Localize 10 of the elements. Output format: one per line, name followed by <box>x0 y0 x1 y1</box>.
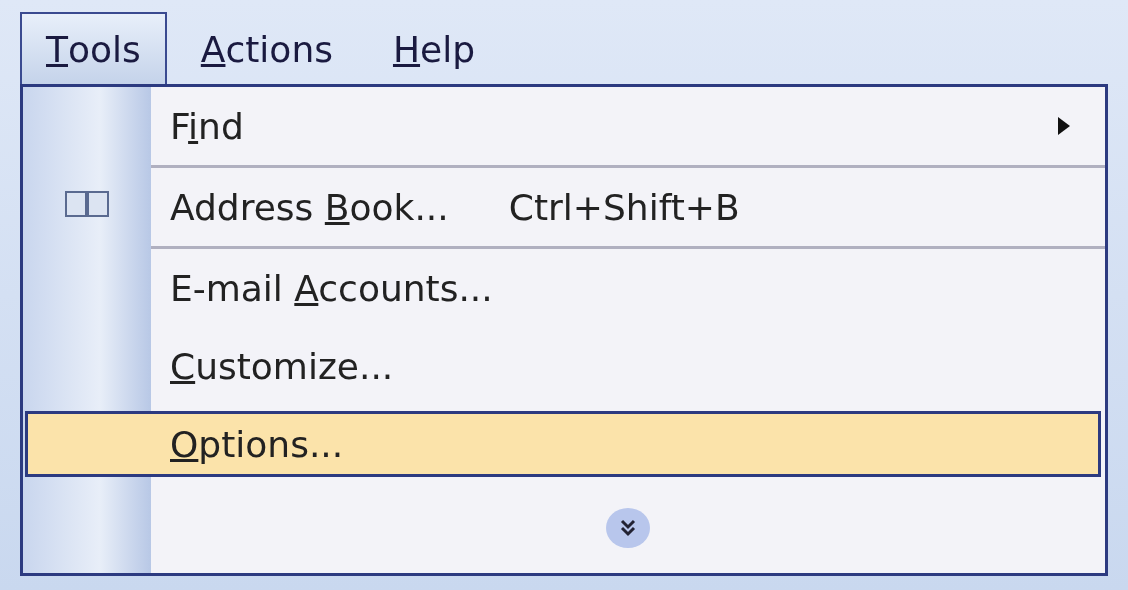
menu-item[interactable]: Options... <box>25 411 1101 477</box>
menu-item[interactable]: Customize... <box>151 327 1105 405</box>
menu-item[interactable]: Find <box>151 87 1105 165</box>
menu-item[interactable]: Address Book... Ctrl+Shift+B <box>151 168 1105 246</box>
expand-button[interactable] <box>606 508 650 548</box>
menu-item[interactable]: E-mail Accounts... <box>151 249 1105 327</box>
double-chevron-icon <box>618 518 638 538</box>
menu-bar-item[interactable]: Tools <box>20 12 167 84</box>
menu-bar-item[interactable]: Actions <box>174 12 359 84</box>
menu-bar-item[interactable]: Help <box>366 12 502 84</box>
